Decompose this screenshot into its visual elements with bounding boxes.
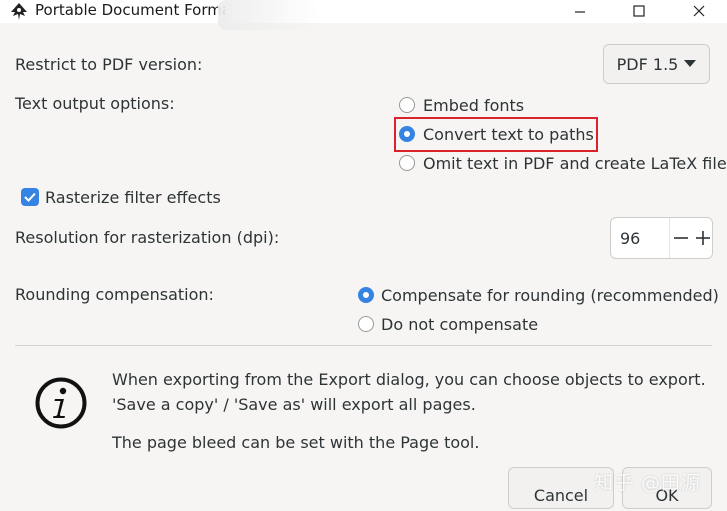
minus-icon (674, 237, 688, 239)
embed-fonts-label[interactable]: Embed fonts (423, 96, 524, 115)
resolution-label: Resolution for rasterization (dpi): (15, 228, 280, 247)
pdf-version-value: PDF 1.5 (616, 54, 679, 74)
pdf-version-dropdown[interactable]: PDF 1.5 (603, 44, 710, 84)
rasterize-checkbox[interactable] (21, 188, 39, 206)
watermark-text: 知乎 @田源 (594, 472, 702, 494)
resolution-value[interactable]: 96 (620, 229, 640, 248)
maximize-button[interactable] (617, 0, 661, 22)
compensate-rounding-radio[interactable] (358, 287, 374, 303)
rasterize-label[interactable]: Rasterize filter effects (45, 188, 221, 207)
section-divider (15, 345, 712, 346)
info-text-line-2: 'Save a copy' / 'Save as' will export al… (112, 395, 476, 414)
close-icon (693, 5, 705, 17)
maximize-icon (633, 5, 645, 17)
embed-fonts-radio[interactable] (399, 97, 415, 113)
pdf-version-label: Restrict to PDF version: (15, 55, 203, 74)
title-bar: Portable Document Format (0, 0, 727, 30)
no-compensate-label[interactable]: Do not compensate (381, 315, 538, 334)
annotation-highlight-box (394, 117, 598, 152)
rounding-label: Rounding compensation: (15, 285, 214, 304)
window-title: Portable Document Format (35, 1, 225, 19)
info-icon (35, 377, 87, 429)
compensate-rounding-label[interactable]: Compensate for rounding (recommended) (381, 286, 719, 305)
omit-text-latex-label[interactable]: Omit text in PDF and create LaTeX file (423, 154, 727, 173)
no-compensate-radio[interactable] (358, 316, 374, 332)
text-output-label: Text output options: (15, 94, 175, 113)
title-blur-overlay (218, 0, 318, 30)
info-text-line-3: The page bleed can be set with the Page … (112, 433, 480, 452)
info-text-line-1: When exporting from the Export dialog, y… (112, 370, 706, 389)
minimize-icon (575, 11, 585, 13)
increment-button[interactable] (693, 228, 713, 248)
spin-divider (669, 218, 670, 258)
resolution-spinbox[interactable]: 96 (610, 217, 713, 259)
decrement-button[interactable] (671, 228, 691, 248)
cancel-button-label: Cancel (533, 485, 589, 505)
caret-down-icon (684, 60, 697, 67)
inkscape-logo-icon (11, 3, 27, 20)
close-button[interactable] (677, 0, 721, 22)
omit-text-latex-radio[interactable] (399, 155, 415, 171)
checkmark-icon (24, 192, 36, 202)
plus-icon (696, 231, 710, 245)
minimize-button[interactable] (558, 0, 602, 22)
